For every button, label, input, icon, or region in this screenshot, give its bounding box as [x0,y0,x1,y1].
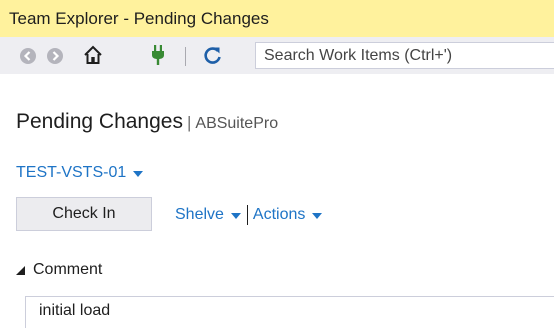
page-title: Pending Changes [16,110,183,133]
window-title: Team Explorer - Pending Changes [9,8,269,28]
project-name[interactable]: ABSuitePro [195,115,278,133]
workspace-name: TEST-VSTS-01 [16,164,127,181]
comment-text: initial load [39,302,111,319]
home-icon[interactable] [83,45,103,65]
check-in-button[interactable]: Check In [16,197,152,231]
chevron-down-icon [230,213,241,219]
toolbar: Search Work Items (Ctrl+') [0,37,554,74]
chevron-down-icon [312,213,323,219]
window-title-bar: Team Explorer - Pending Changes [0,0,554,37]
search-work-items-input[interactable]: Search Work Items (Ctrl+') [255,42,554,69]
back-icon[interactable] [18,46,38,66]
shelve-label: Shelve [175,206,224,223]
shelve-link[interactable]: Shelve [175,206,241,224]
title-separator: | [186,113,192,132]
chevron-down-icon [133,171,144,177]
collapse-triangle-icon[interactable] [16,266,25,275]
comment-section-title: Comment [33,261,103,278]
workspace-selector[interactable]: TEST-VSTS-01 [16,164,144,182]
check-in-label: Check In [52,205,116,222]
actions-link[interactable]: Actions [252,206,323,224]
search-placeholder: Search Work Items (Ctrl+') [264,46,453,64]
refresh-icon[interactable] [203,45,223,65]
action-links: Shelve Actions [175,205,323,225]
page-heading: Pending Changes | ABSuitePro [16,110,278,134]
forward-icon[interactable] [45,46,65,66]
connect-icon[interactable] [148,45,168,65]
comment-input[interactable]: initial load [25,296,554,328]
toolbar-separator [185,47,186,66]
links-divider [246,205,248,225]
actions-label: Actions [252,206,306,223]
comment-section-header[interactable]: Comment [16,261,102,279]
